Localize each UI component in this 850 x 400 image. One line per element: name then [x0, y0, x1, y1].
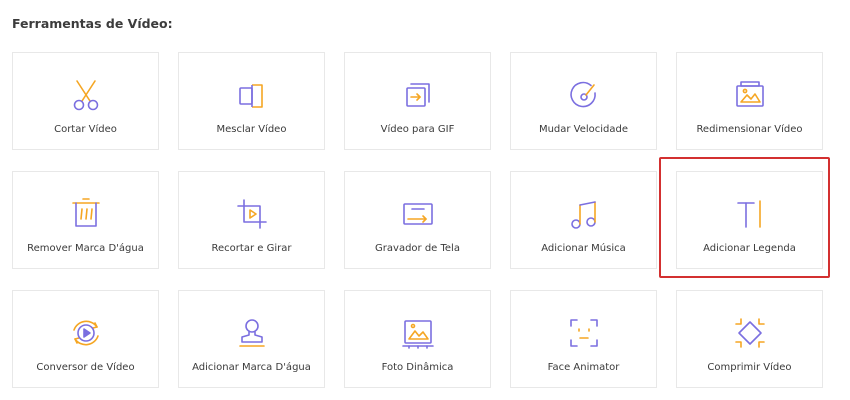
- tool-remover-marca-dagua[interactable]: Remover Marca D'água: [12, 171, 159, 269]
- tool-label: Mesclar Vídeo: [216, 124, 287, 135]
- speedometer-icon: [569, 81, 596, 108]
- text-cursor-icon: [736, 200, 761, 228]
- section-title: Ferramentas de Vídeo:: [12, 16, 173, 31]
- tool-label: Remover Marca D'água: [27, 243, 144, 254]
- convert-play-icon: [72, 320, 99, 346]
- screen-recorder-icon: [402, 203, 433, 225]
- tool-label: Adicionar Legenda: [703, 243, 796, 254]
- user-stamp-icon: [238, 319, 265, 347]
- tool-gravador-de-tela[interactable]: Gravador de Tela: [344, 171, 491, 269]
- tool-label: Face Animator: [547, 362, 620, 373]
- tool-recortar-e-girar[interactable]: Recortar e Girar: [178, 171, 325, 269]
- tool-video-para-gif[interactable]: Vídeo para GIF: [344, 52, 491, 150]
- tool-adicionar-legenda[interactable]: Adicionar Legenda: [676, 171, 823, 269]
- tools-grid: Cortar Vídeo Mesclar Vídeo Vídeo para GI…: [12, 52, 823, 388]
- tool-label: Redimensionar Vídeo: [696, 124, 803, 135]
- tool-cortar-video[interactable]: Cortar Vídeo: [12, 52, 159, 150]
- tool-label: Cortar Vídeo: [54, 124, 117, 135]
- tool-label: Conversor de Vídeo: [36, 362, 135, 373]
- tool-label: Vídeo para GIF: [380, 124, 455, 135]
- tool-label: Comprimir Vídeo: [707, 362, 792, 373]
- tool-comprimir-video[interactable]: Comprimir Vídeo: [676, 290, 823, 388]
- tool-face-animator[interactable]: Face Animator: [510, 290, 657, 388]
- dynamic-photo-icon: [401, 320, 434, 349]
- tool-mesclar-video[interactable]: Mesclar Vídeo: [178, 52, 325, 150]
- tool-label: Foto Dinâmica: [381, 362, 454, 373]
- tool-label: Mudar Velocidade: [538, 124, 629, 135]
- face-frame-icon: [569, 319, 598, 347]
- tool-foto-dinamica[interactable]: Foto Dinâmica: [344, 290, 491, 388]
- music-note-icon: [570, 201, 596, 229]
- tool-label: Adicionar Marca D'água: [192, 362, 311, 373]
- tool-label: Gravador de Tela: [375, 243, 460, 254]
- tool-mudar-velocidade[interactable]: Mudar Velocidade: [510, 52, 657, 150]
- tool-label: Adicionar Música: [541, 243, 626, 254]
- scissors-icon: [73, 80, 98, 111]
- tool-label: Recortar e Girar: [211, 243, 292, 254]
- resize-image-icon: [735, 81, 764, 107]
- trash-watermark-icon: [71, 198, 100, 227]
- tool-conversor-de-video[interactable]: Conversor de Vídeo: [12, 290, 159, 388]
- tool-adicionar-musica[interactable]: Adicionar Música: [510, 171, 657, 269]
- gif-export-icon: [405, 83, 430, 107]
- compress-icon: [734, 318, 765, 348]
- merge-icon: [238, 84, 263, 108]
- tool-adicionar-marca-dagua[interactable]: Adicionar Marca D'água: [178, 290, 325, 388]
- crop-rotate-icon: [236, 199, 267, 229]
- tool-redimensionar-video[interactable]: Redimensionar Vídeo: [676, 52, 823, 150]
